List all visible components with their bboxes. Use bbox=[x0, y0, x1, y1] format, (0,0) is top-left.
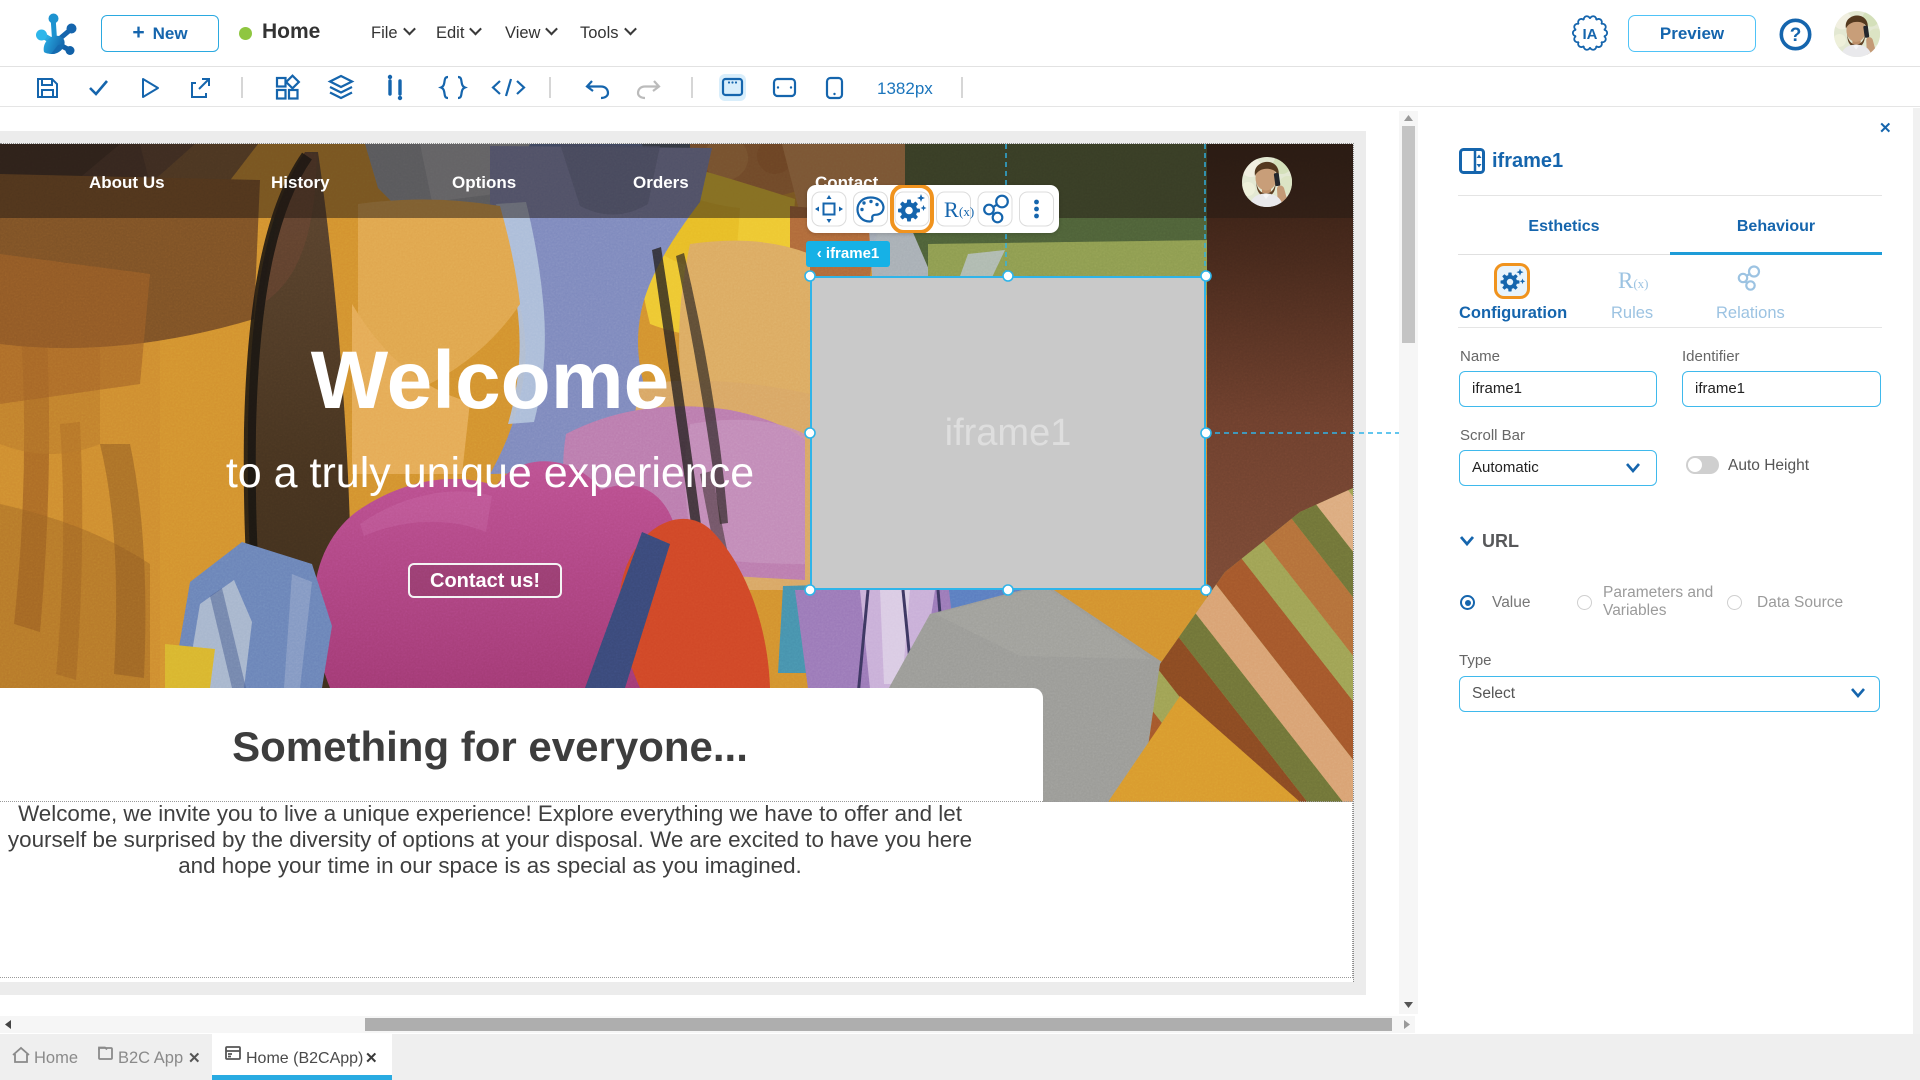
svg-text:(x): (x) bbox=[959, 204, 974, 219]
svg-text:✕: ✕ bbox=[365, 1050, 378, 1067]
svg-text:IA: IA bbox=[1583, 26, 1598, 43]
svg-text:Home: Home bbox=[34, 1049, 78, 1067]
svg-text:R: R bbox=[944, 197, 959, 222]
svg-text:?: ? bbox=[1790, 25, 1802, 46]
svg-text:✕: ✕ bbox=[188, 1050, 201, 1067]
svg-text:Home (B2CApp): Home (B2CApp) bbox=[246, 1050, 363, 1067]
svg-text:B2C App: B2C App bbox=[118, 1049, 183, 1067]
svg-text:1382px: 1382px bbox=[877, 79, 933, 98]
